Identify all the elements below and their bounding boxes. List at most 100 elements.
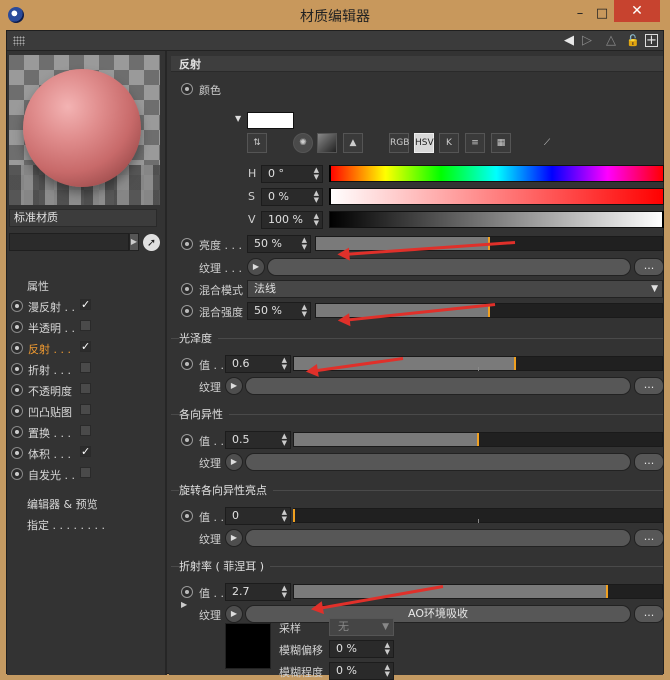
blend-mode-select[interactable]: 法线 ▼	[247, 280, 663, 298]
reflection-checkbox[interactable]: ✓	[80, 341, 91, 352]
rotation-slider[interactable]	[293, 508, 663, 523]
color-expand-icon[interactable]: ▼	[235, 114, 241, 123]
back-arrow-icon[interactable]: ◀	[561, 33, 577, 49]
kelvin-mode-button[interactable]: K	[439, 133, 459, 153]
rotation-radio-icon[interactable]	[181, 510, 193, 522]
refraction-checkbox[interactable]	[80, 362, 91, 373]
nav-item-refraction[interactable]: 折射 . . .	[11, 360, 161, 380]
close-button[interactable]: ✕	[614, 0, 660, 22]
grip-icon[interactable]	[13, 36, 25, 46]
forward-arrow-icon[interactable]: ▷	[579, 33, 595, 49]
opacity-radio-icon[interactable]	[11, 384, 23, 396]
refraction-radio-icon[interactable]	[11, 363, 23, 375]
texture-menu-button[interactable]: ▶	[225, 605, 243, 623]
gloss-slider[interactable]	[293, 356, 663, 371]
nav-assign[interactable]: 指定 . . . . . . . .	[27, 517, 105, 533]
texture-slot[interactable]	[245, 453, 631, 471]
nav-item-translucency[interactable]: 半透明 . .	[11, 318, 161, 338]
texture-slot[interactable]	[267, 258, 631, 276]
hue-cursor[interactable]	[329, 165, 331, 182]
bump-radio-icon[interactable]	[11, 405, 23, 417]
hue-slider[interactable]	[329, 165, 664, 182]
texture-menu-button[interactable]: ▶	[247, 258, 265, 276]
blur-amount-field[interactable]: 0 % ▲ ▼	[329, 662, 394, 680]
texture-browse-button[interactable]: ...	[634, 605, 664, 623]
mixer-icon[interactable]: ▦	[491, 133, 511, 153]
volume-checkbox[interactable]: ✓	[80, 446, 91, 457]
sliders-icon[interactable]: ≡	[465, 133, 485, 153]
add-panel-icon[interactable]: +	[645, 34, 658, 47]
gloss-field[interactable]: 0.6 ▲ ▼	[225, 355, 291, 373]
up-arrow-icon[interactable]: △	[603, 33, 619, 49]
texture-menu-button[interactable]: ▶	[225, 377, 243, 395]
reflection-radio-icon[interactable]	[11, 342, 23, 354]
color-swatch[interactable]	[247, 112, 294, 129]
spectrum-icon[interactable]	[317, 133, 337, 153]
nav-header-properties[interactable]: 属性	[27, 278, 49, 294]
ior-slider[interactable]	[293, 584, 663, 599]
hsv-mode-button[interactable]: HSV	[414, 133, 434, 153]
s-value-field[interactable]: 0 % ▲ ▼	[261, 188, 323, 206]
texture-browse-button[interactable]: ...	[634, 453, 664, 471]
saturation-slider[interactable]	[329, 188, 664, 205]
pointer-pick-icon[interactable]: ➚	[143, 234, 160, 251]
texture-slot[interactable]	[245, 377, 631, 395]
rotation-handle[interactable]	[293, 509, 295, 522]
translucency-checkbox[interactable]	[80, 320, 91, 331]
eyedropper-icon[interactable]: ⟋	[537, 133, 557, 153]
blend-strength-radio-icon[interactable]	[181, 305, 193, 317]
nav-item-bump[interactable]: 凹凸贴图	[11, 402, 161, 422]
ao-texture-slot[interactable]: AO环境吸收	[245, 605, 631, 623]
nav-editor-preview[interactable]: 编辑器 & 预览	[27, 496, 98, 512]
material-preview[interactable]	[9, 55, 160, 205]
luminance-checkbox[interactable]	[80, 467, 91, 478]
texture-menu-button[interactable]: ▶	[225, 453, 243, 471]
texture-preview-thumbnail[interactable]	[225, 623, 271, 669]
translucency-radio-icon[interactable]	[11, 321, 23, 333]
texture-browse-button[interactable]: ...	[634, 258, 664, 276]
gloss-radio-icon[interactable]	[181, 358, 193, 370]
ior-handle[interactable]	[605, 585, 608, 598]
anisotropy-radio-icon[interactable]	[181, 434, 193, 446]
displacement-checkbox[interactable]	[80, 425, 91, 436]
opacity-checkbox[interactable]	[80, 383, 91, 394]
nav-item-reflection[interactable]: 反射 . . . ✓	[11, 339, 161, 359]
diffuse-checkbox[interactable]: ✓	[80, 299, 91, 310]
search-arrow-button[interactable]: ▶	[129, 233, 139, 251]
channel-search-input[interactable]	[9, 233, 129, 251]
luminance-radio-icon[interactable]	[11, 468, 23, 480]
value-cursor[interactable]	[662, 211, 664, 228]
title-bar[interactable]: 材质编辑器 – □ ✕	[0, 0, 670, 30]
color-radio-icon[interactable]	[181, 83, 193, 95]
displacement-radio-icon[interactable]	[11, 426, 23, 438]
bump-checkbox[interactable]	[80, 404, 91, 415]
color-wheel-icon[interactable]: ✺	[293, 133, 313, 153]
blur-offset-field[interactable]: 0 % ▲ ▼	[329, 640, 394, 658]
gloss-handle[interactable]	[513, 357, 516, 370]
rgb-mode-button[interactable]: RGB	[389, 133, 409, 153]
anisotropy-field[interactable]: 0.5 ▲ ▼	[225, 431, 291, 449]
ior-radio-icon[interactable]	[181, 586, 193, 598]
blend-mode-radio-icon[interactable]	[181, 283, 193, 295]
material-name-field[interactable]: 标准材质	[9, 209, 157, 227]
maximize-button[interactable]: □	[592, 4, 612, 24]
nav-item-volume[interactable]: 体积 . . . ✓	[11, 444, 161, 464]
blend-strength-field[interactable]: 50 % ▲ ▼	[247, 302, 311, 320]
value-slider[interactable]	[329, 211, 664, 228]
h-value-field[interactable]: 0 ° ▲ ▼	[261, 165, 323, 183]
nav-item-displacement[interactable]: 置换 . . .	[11, 423, 161, 443]
minimize-button[interactable]: –	[570, 4, 590, 24]
nav-item-luminance[interactable]: 自发光 . .	[11, 465, 161, 485]
texture-browse-button[interactable]: ...	[634, 377, 664, 395]
ior-field[interactable]: 2.7 ▲ ▼	[225, 583, 291, 601]
volume-radio-icon[interactable]	[11, 447, 23, 459]
v-value-field[interactable]: 100 % ▲ ▼	[261, 211, 323, 229]
anisotropy-slider[interactable]	[293, 432, 663, 447]
texture-menu-button[interactable]: ▶	[225, 529, 243, 547]
sample-select[interactable]: 无 ▼	[329, 618, 394, 636]
brightness-radio-icon[interactable]	[181, 238, 193, 250]
color-picker-icon[interactable]: ⇅	[247, 133, 267, 153]
nav-item-opacity[interactable]: 不透明度	[11, 381, 161, 401]
brightness-field[interactable]: 50 % ▲ ▼	[247, 235, 311, 253]
anisotropy-handle[interactable]	[477, 433, 479, 446]
